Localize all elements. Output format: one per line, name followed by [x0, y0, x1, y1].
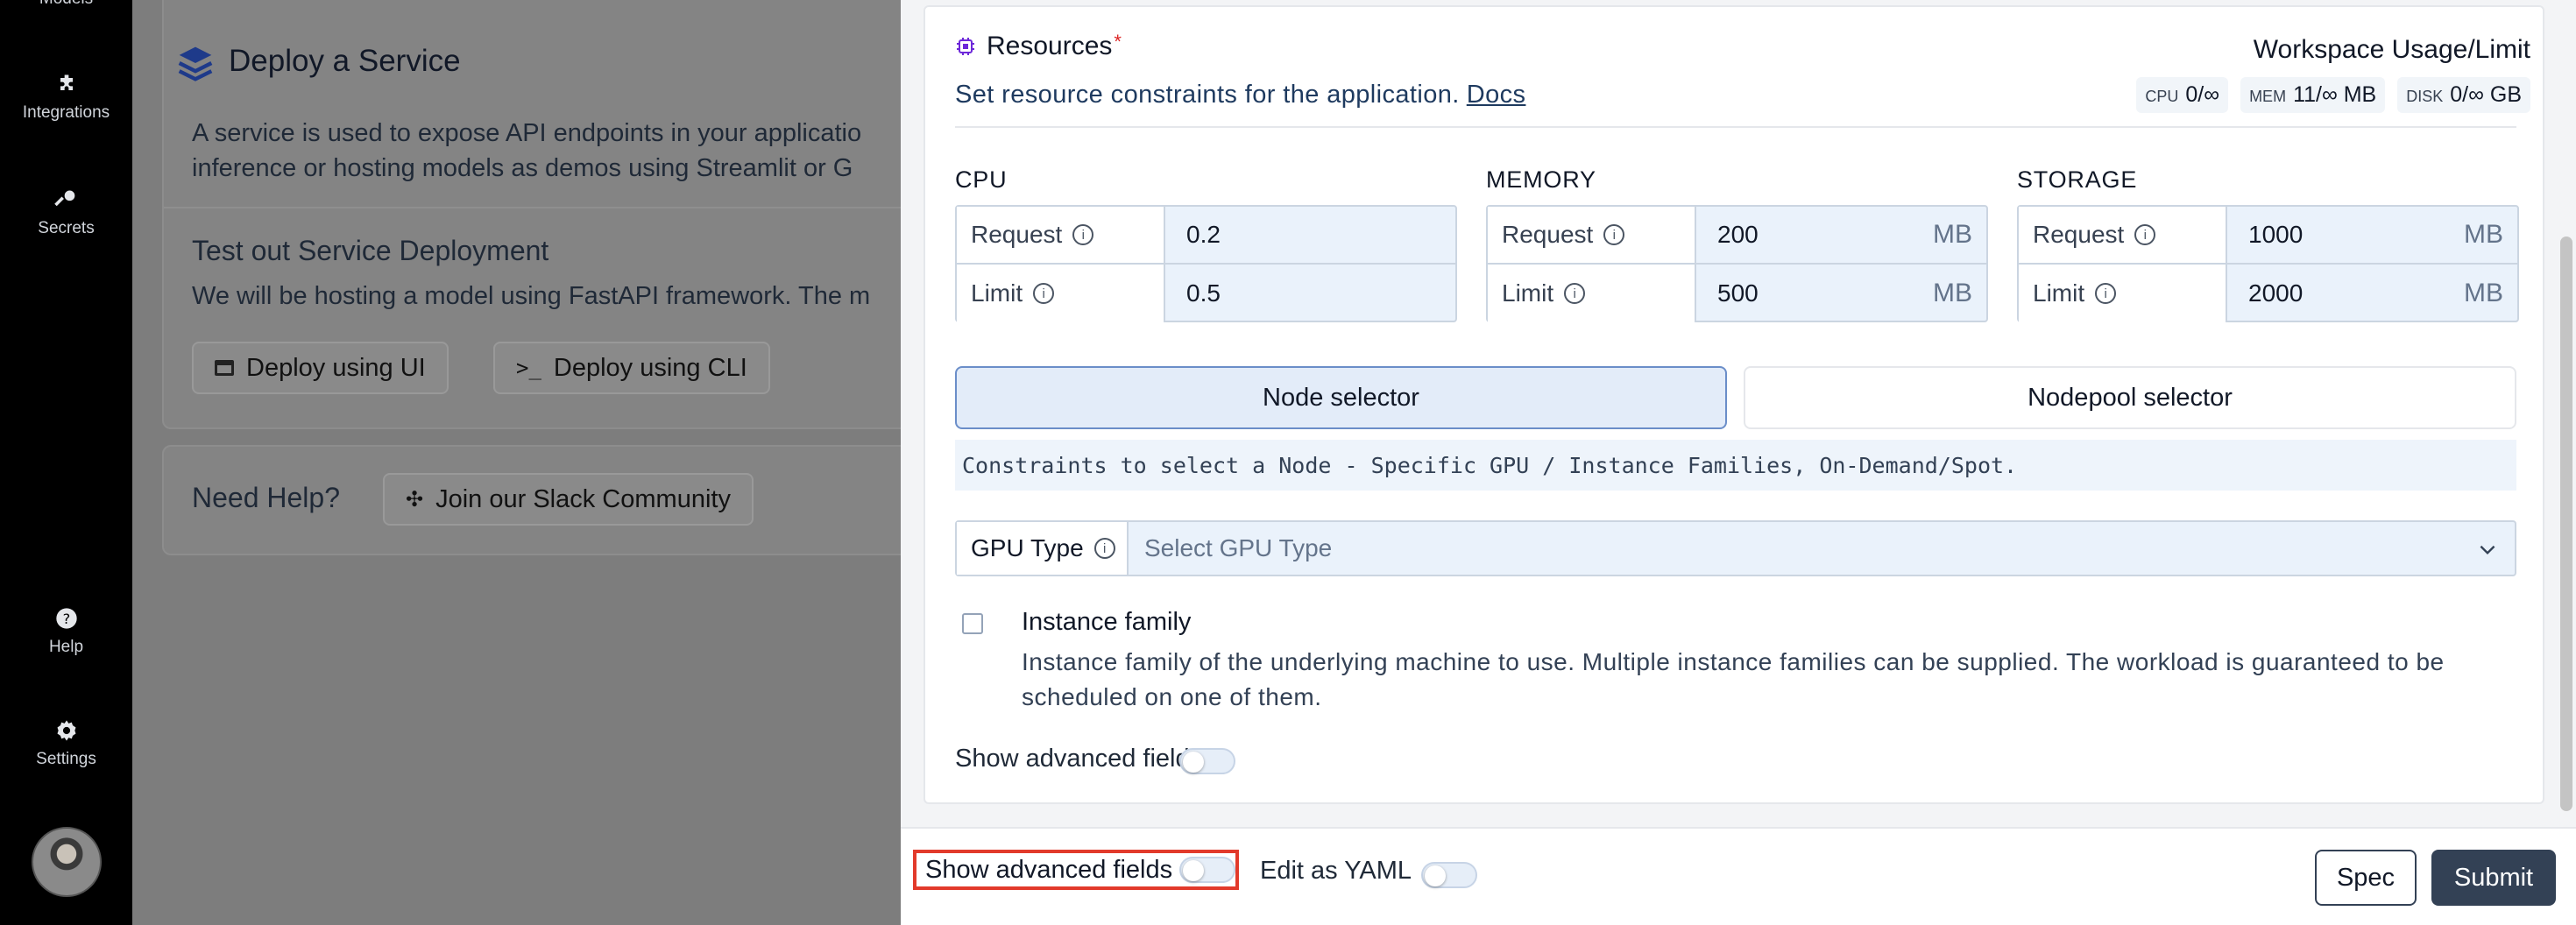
storage-label: STORAGE	[2017, 166, 2138, 193]
usage-badge-disk: DISK 0/∞ GB	[2397, 77, 2530, 113]
sidebar-item-settings[interactable]: Settings	[0, 718, 132, 769]
sidebar-item-label: Integrations	[22, 103, 110, 122]
nodepool-selector-tab[interactable]: Nodepool selector	[1744, 366, 2516, 429]
slack-button[interactable]: ✣ Join our Slack Community	[383, 473, 754, 526]
instance-family-description: Instance family of the underlying machin…	[1022, 648, 2445, 710]
info-icon[interactable]: i	[1564, 283, 1586, 304]
deploy-desc-1: A service is used to expose API endpoint…	[192, 119, 862, 147]
usage-badges: CPU 0/∞ MEM 11/∞ MB DISK 0/∞ GB	[2136, 77, 2530, 113]
help-title: Need Help?	[192, 482, 340, 513]
gpu-type-placeholder: Select GPU Type	[1144, 534, 1333, 561]
resources-panel: Resources * Set resource constraints for…	[924, 5, 2544, 804]
cpu-limit-row: Limit i 0.5	[957, 265, 1455, 322]
cpu-request-row: Request i 0.2	[957, 207, 1455, 265]
sidebar-item-label: Settings	[36, 750, 96, 768]
deploy-ui-button[interactable]: Deploy using UI	[192, 342, 449, 394]
cpu-label: CPU	[955, 166, 1008, 193]
edit-yaml-label: Edit as YAML	[1260, 857, 1412, 885]
cpu-limit-input[interactable]: 0.5	[1186, 265, 1221, 322]
required-mark: *	[1114, 31, 1122, 53]
storage-table: Request i 1000 MB Limit i 2000 MB	[2017, 205, 2519, 322]
sidebar-item-models[interactable]: Models	[0, 0, 132, 9]
sidebar-item-label: Models	[39, 0, 93, 8]
unit-label: MB	[1933, 220, 1972, 249]
storage-limit-row: Limit i 2000 MB	[2019, 265, 2517, 322]
resources-title: Resources *	[955, 31, 1122, 61]
memory-limit-input[interactable]: 500	[1717, 265, 1759, 322]
info-icon[interactable]: i	[2095, 283, 2117, 304]
info-icon[interactable]: i	[2134, 224, 2156, 245]
gear-icon	[54, 718, 79, 743]
sidebar-item-secrets[interactable]: Secrets	[0, 187, 132, 238]
usage-badge-cpu: CPU 0/∞	[2136, 77, 2229, 113]
memory-label: MEMORY	[1486, 166, 1596, 193]
show-advanced-toggle[interactable]	[1179, 748, 1235, 774]
avatar[interactable]	[32, 827, 102, 897]
footer-show-advanced-toggle[interactable]	[1179, 857, 1235, 883]
cpu-request-input[interactable]: 0.2	[1186, 207, 1221, 263]
constraint-hint: Constraints to select a Node - Specific …	[955, 440, 2516, 491]
deploy-drawer: Resources * Set resource constraints for…	[901, 0, 2576, 925]
layers-icon	[178, 46, 213, 81]
test-desc: We will be hosting a model using FastAPI…	[192, 282, 871, 310]
memory-request-row: Request i 200 MB	[1488, 207, 1986, 265]
docs-link[interactable]: Docs	[1467, 81, 1526, 109]
footer-show-advanced: Show advanced fields	[913, 850, 1239, 890]
unit-label: MB	[2464, 220, 2503, 249]
storage-limit-input[interactable]: 2000	[2248, 265, 2303, 322]
spec-button[interactable]: Spec	[2315, 850, 2417, 906]
instance-family-checkbox[interactable]	[962, 613, 983, 634]
storage-request-input[interactable]: 1000	[2248, 207, 2303, 263]
edit-yaml-toggle[interactable]	[1421, 862, 1477, 888]
chip-icon	[957, 38, 974, 55]
window-icon	[215, 360, 234, 376]
info-icon[interactable]: i	[1033, 283, 1055, 304]
resources-description: Set resource constraints for the applica…	[955, 81, 1526, 109]
memory-table: Request i 200 MB Limit i 500 MB	[1486, 205, 1988, 322]
submit-button[interactable]: Submit	[2431, 850, 2556, 906]
key-icon	[53, 187, 79, 212]
sidebar: Models Integrations Secrets ? Help Setti…	[0, 0, 132, 925]
deploy-title: Deploy a Service	[229, 44, 461, 78]
deploy-cli-button[interactable]: >_ Deploy using CLI	[493, 342, 770, 394]
usage-badge-mem: MEM 11/∞ MB	[2240, 77, 2386, 113]
puzzle-icon	[54, 72, 79, 96]
cpu-table: Request i 0.2 Limit i 0.5	[955, 205, 1457, 322]
help-icon: ?	[54, 606, 79, 631]
info-icon[interactable]: i	[1072, 224, 1094, 245]
scrollbar[interactable]	[2560, 237, 2572, 811]
memory-request-input[interactable]: 200	[1717, 207, 1759, 263]
info-icon[interactable]: i	[1093, 538, 1115, 559]
test-title: Test out Service Deployment	[192, 235, 549, 266]
show-advanced-label: Show advanced fields	[955, 745, 1203, 773]
svg-text:?: ?	[62, 611, 70, 627]
sidebar-item-integrations[interactable]: Integrations	[0, 72, 132, 123]
divider	[955, 126, 2516, 128]
deploy-desc-2: inference or hosting models as demos usi…	[192, 154, 853, 182]
sidebar-item-help[interactable]: ? Help	[0, 606, 132, 657]
drawer-footer: Show advanced fields Edit as YAML Spec S…	[901, 827, 2576, 925]
sidebar-item-label: Help	[48, 638, 84, 656]
info-icon[interactable]: i	[1603, 224, 1625, 245]
instance-family-title: Instance family	[1022, 608, 1192, 636]
gpu-type-label: GPU Type	[971, 534, 1084, 561]
chevron-down-icon	[2480, 545, 2495, 555]
unit-label: MB	[2464, 279, 2503, 307]
terminal-icon: >_	[516, 356, 541, 380]
unit-label: MB	[1933, 279, 1972, 307]
storage-request-row: Request i 1000 MB	[2019, 207, 2517, 265]
sidebar-item-label: Secrets	[38, 219, 95, 237]
memory-limit-row: Limit i 500 MB	[1488, 265, 1986, 322]
slack-icon: ✣	[406, 487, 424, 512]
node-selector-tab[interactable]: Node selector	[955, 366, 1727, 429]
usage-title: Workspace Usage/Limit	[2253, 35, 2530, 64]
gpu-type-select[interactable]: GPU Type i Select GPU Type	[955, 520, 2516, 576]
